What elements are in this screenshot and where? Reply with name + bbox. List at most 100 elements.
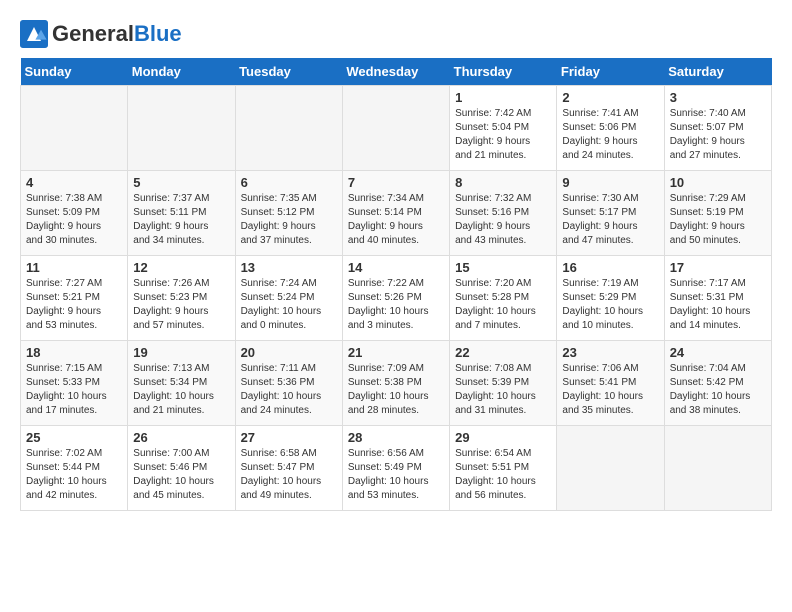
calendar-day-cell: 5 Sunrise: 7:37 AM Sunset: 5:11 PM Daylig…	[128, 171, 235, 256]
calendar-day-cell: 16 Sunrise: 7:19 AM Sunset: 5:29 PM Dayli…	[557, 256, 664, 341]
calendar-day-cell: 1 Sunrise: 7:42 AM Sunset: 5:04 PM Daylig…	[450, 86, 557, 171]
day-number: 28	[348, 430, 444, 445]
calendar-day-cell: 8Sunrise: 7:32 AM Sunset: 5:16 PM Daylig…	[450, 171, 557, 256]
calendar-week-row: 25 Sunrise: 7:02 AM Sunset: 5:44 PM Dayli…	[21, 426, 772, 511]
logo-icon	[20, 20, 48, 48]
day-number: 4	[26, 175, 122, 190]
day-number: 7	[348, 175, 444, 190]
weekday-header-thursday: Thursday	[450, 58, 557, 86]
day-number: 1	[455, 90, 551, 105]
day-info: Sunrise: 6:56 AM Sunset: 5:49 PM Dayligh…	[348, 447, 444, 503]
calendar-day-cell	[21, 86, 128, 171]
day-info: Sunrise: 7:24 AM Sunset: 5:24 PM Dayligh…	[241, 277, 337, 333]
calendar-day-cell	[342, 86, 449, 171]
day-info: Sunrise: 7:02 AM Sunset: 5:44 PM Dayligh…	[26, 447, 122, 503]
calendar-day-cell: 2Sunrise: 7:41 AM Sunset: 5:06 PM Daylig…	[557, 86, 664, 171]
calendar-day-cell: 11 Sunrise: 7:27 AM Sunset: 5:21 PM Dayli…	[21, 256, 128, 341]
calendar-day-cell: 15Sunrise: 7:20 AM Sunset: 5:28 PM Dayli…	[450, 256, 557, 341]
weekday-header-friday: Friday	[557, 58, 664, 86]
calendar-table: SundayMondayTuesdayWednesdayThursdayFrid…	[20, 58, 772, 511]
day-number: 13	[241, 260, 337, 275]
calendar-day-cell: 23 Sunrise: 7:06 AM Sunset: 5:41 PM Dayli…	[557, 341, 664, 426]
day-info: Sunrise: 7:06 AM Sunset: 5:41 PM Dayligh…	[562, 362, 658, 418]
calendar-day-cell	[664, 426, 771, 511]
calendar-day-cell	[235, 86, 342, 171]
day-number: 9	[562, 175, 658, 190]
calendar-day-cell: 18 Sunrise: 7:15 AM Sunset: 5:33 PM Dayli…	[21, 341, 128, 426]
day-info: Sunrise: 7:19 AM Sunset: 5:29 PM Dayligh…	[562, 277, 658, 333]
day-number: 20	[241, 345, 337, 360]
day-info: Sunrise: 6:54 AM Sunset: 5:51 PM Dayligh…	[455, 447, 551, 503]
day-number: 6	[241, 175, 337, 190]
day-number: 25	[26, 430, 122, 445]
logo-text: GeneralBlue	[52, 21, 182, 47]
day-info: Sunrise: 7:42 AM Sunset: 5:04 PM Dayligh…	[455, 107, 551, 163]
calendar-day-cell: 17 Sunrise: 7:17 AM Sunset: 5:31 PM Dayli…	[664, 256, 771, 341]
day-info: Sunrise: 7:00 AM Sunset: 5:46 PM Dayligh…	[133, 447, 229, 503]
day-info: Sunrise: 7:35 AM Sunset: 5:12 PM Dayligh…	[241, 192, 337, 248]
weekday-header-row: SundayMondayTuesdayWednesdayThursdayFrid…	[21, 58, 772, 86]
calendar-day-cell: 28 Sunrise: 6:56 AM Sunset: 5:49 PM Dayli…	[342, 426, 449, 511]
calendar-day-cell: 24Sunrise: 7:04 AM Sunset: 5:42 PM Dayli…	[664, 341, 771, 426]
day-info: Sunrise: 6:58 AM Sunset: 5:47 PM Dayligh…	[241, 447, 337, 503]
day-info: Sunrise: 7:20 AM Sunset: 5:28 PM Dayligh…	[455, 277, 551, 333]
weekday-header-tuesday: Tuesday	[235, 58, 342, 86]
calendar-day-cell: 22 Sunrise: 7:08 AM Sunset: 5:39 PM Dayli…	[450, 341, 557, 426]
day-info: Sunrise: 7:17 AM Sunset: 5:31 PM Dayligh…	[670, 277, 766, 333]
calendar-day-cell: 14 Sunrise: 7:22 AM Sunset: 5:26 PM Dayli…	[342, 256, 449, 341]
day-info: Sunrise: 7:38 AM Sunset: 5:09 PM Dayligh…	[26, 192, 122, 248]
calendar-day-cell: 7 Sunrise: 7:34 AM Sunset: 5:14 PM Daylig…	[342, 171, 449, 256]
day-number: 24	[670, 345, 766, 360]
calendar-day-cell: 12 Sunrise: 7:26 AM Sunset: 5:23 PM Dayli…	[128, 256, 235, 341]
calendar-day-cell: 13 Sunrise: 7:24 AM Sunset: 5:24 PM Dayli…	[235, 256, 342, 341]
day-number: 10	[670, 175, 766, 190]
day-info: Sunrise: 7:13 AM Sunset: 5:34 PM Dayligh…	[133, 362, 229, 418]
day-number: 18	[26, 345, 122, 360]
calendar-day-cell: 20 Sunrise: 7:11 AM Sunset: 5:36 PM Dayli…	[235, 341, 342, 426]
day-info: Sunrise: 7:40 AM Sunset: 5:07 PM Dayligh…	[670, 107, 766, 163]
day-info: Sunrise: 7:22 AM Sunset: 5:26 PM Dayligh…	[348, 277, 444, 333]
calendar-day-cell: 26 Sunrise: 7:00 AM Sunset: 5:46 PM Dayli…	[128, 426, 235, 511]
day-info: Sunrise: 7:15 AM Sunset: 5:33 PM Dayligh…	[26, 362, 122, 418]
weekday-header-wednesday: Wednesday	[342, 58, 449, 86]
day-number: 19	[133, 345, 229, 360]
day-info: Sunrise: 7:27 AM Sunset: 5:21 PM Dayligh…	[26, 277, 122, 333]
calendar-week-row: 18 Sunrise: 7:15 AM Sunset: 5:33 PM Dayli…	[21, 341, 772, 426]
day-info: Sunrise: 7:30 AM Sunset: 5:17 PM Dayligh…	[562, 192, 658, 248]
day-info: Sunrise: 7:34 AM Sunset: 5:14 PM Dayligh…	[348, 192, 444, 248]
day-number: 26	[133, 430, 229, 445]
calendar-day-cell: 4 Sunrise: 7:38 AM Sunset: 5:09 PM Daylig…	[21, 171, 128, 256]
day-info: Sunrise: 7:11 AM Sunset: 5:36 PM Dayligh…	[241, 362, 337, 418]
calendar-day-cell	[128, 86, 235, 171]
calendar-week-row: 11 Sunrise: 7:27 AM Sunset: 5:21 PM Dayli…	[21, 256, 772, 341]
calendar-day-cell	[557, 426, 664, 511]
calendar-week-row: 1 Sunrise: 7:42 AM Sunset: 5:04 PM Daylig…	[21, 86, 772, 171]
calendar-day-cell: 21 Sunrise: 7:09 AM Sunset: 5:38 PM Dayli…	[342, 341, 449, 426]
day-number: 22	[455, 345, 551, 360]
day-number: 12	[133, 260, 229, 275]
day-number: 3	[670, 90, 766, 105]
day-info: Sunrise: 7:37 AM Sunset: 5:11 PM Dayligh…	[133, 192, 229, 248]
calendar-day-cell: 25 Sunrise: 7:02 AM Sunset: 5:44 PM Dayli…	[21, 426, 128, 511]
day-number: 5	[133, 175, 229, 190]
calendar-week-row: 4 Sunrise: 7:38 AM Sunset: 5:09 PM Daylig…	[21, 171, 772, 256]
calendar-day-cell: 6 Sunrise: 7:35 AM Sunset: 5:12 PM Daylig…	[235, 171, 342, 256]
day-number: 14	[348, 260, 444, 275]
weekday-header-sunday: Sunday	[21, 58, 128, 86]
calendar-day-cell: 19 Sunrise: 7:13 AM Sunset: 5:34 PM Dayli…	[128, 341, 235, 426]
day-info: Sunrise: 7:08 AM Sunset: 5:39 PM Dayligh…	[455, 362, 551, 418]
day-number: 2	[562, 90, 658, 105]
day-info: Sunrise: 7:26 AM Sunset: 5:23 PM Dayligh…	[133, 277, 229, 333]
day-number: 8	[455, 175, 551, 190]
page-header: GeneralBlue	[20, 20, 772, 48]
day-number: 21	[348, 345, 444, 360]
day-info: Sunrise: 7:09 AM Sunset: 5:38 PM Dayligh…	[348, 362, 444, 418]
day-number: 23	[562, 345, 658, 360]
day-number: 16	[562, 260, 658, 275]
calendar-day-cell: 10 Sunrise: 7:29 AM Sunset: 5:19 PM Dayli…	[664, 171, 771, 256]
day-info: Sunrise: 7:29 AM Sunset: 5:19 PM Dayligh…	[670, 192, 766, 248]
day-number: 17	[670, 260, 766, 275]
day-number: 11	[26, 260, 122, 275]
calendar-day-cell: 27Sunrise: 6:58 AM Sunset: 5:47 PM Dayli…	[235, 426, 342, 511]
calendar-day-cell: 29Sunrise: 6:54 AM Sunset: 5:51 PM Dayli…	[450, 426, 557, 511]
